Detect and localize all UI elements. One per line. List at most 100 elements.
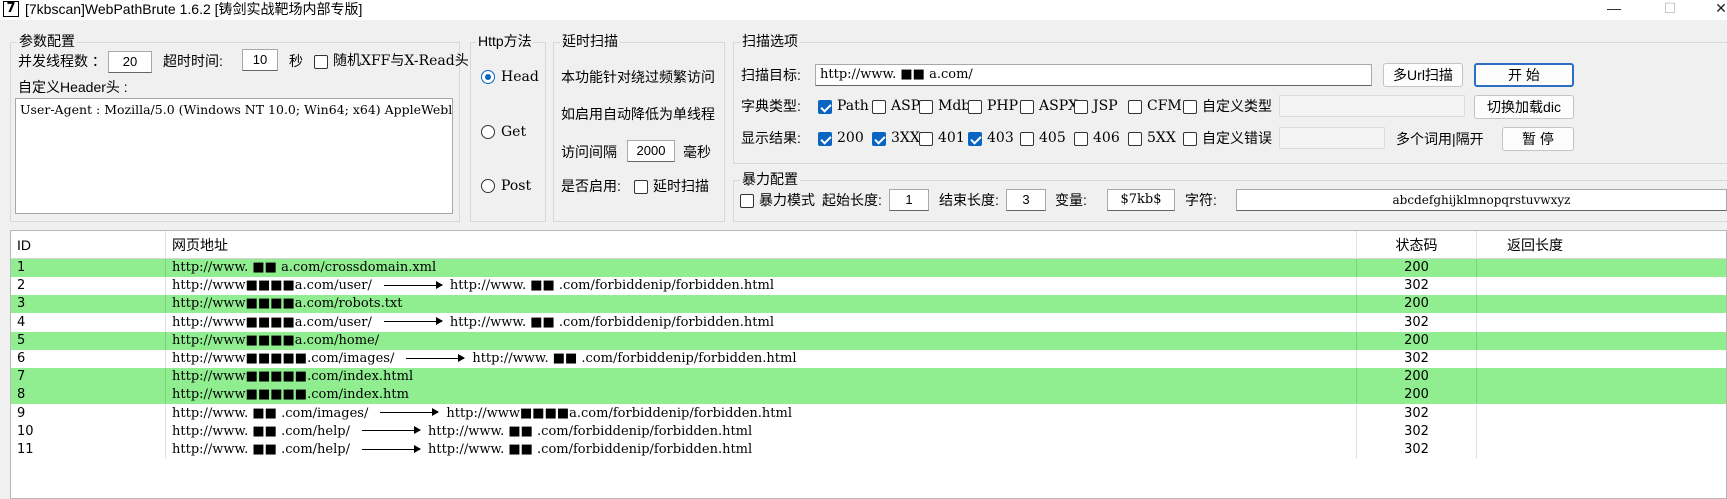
row-redirect-url: http://www■■■■a.com/forbiddenip/forbidde…	[446, 405, 792, 421]
show-3xx-checkbox[interactable]	[872, 132, 886, 146]
column-header-id[interactable]: ID	[11, 231, 166, 259]
dict-php-label: PHP	[987, 98, 1019, 114]
row-id: 6	[11, 350, 166, 368]
custom-dict-input[interactable]	[1279, 95, 1465, 117]
threads-input[interactable]: 20	[108, 51, 152, 73]
show-403-label: 403	[987, 130, 1014, 146]
table-row[interactable]: 2 http://www■■■■a.com/user/http://www. ■■…	[11, 277, 1726, 296]
dict-php-checkbox[interactable]	[968, 100, 982, 114]
table-row[interactable]: 5 http://www■■■■a.com/home/200	[11, 331, 1726, 350]
end-length-input[interactable]: 3	[1006, 189, 1046, 211]
table-row[interactable]: 11 http://www. ■■ .com/help/http://www. ■…	[11, 441, 1726, 459]
dict-jsp-checkbox[interactable]	[1074, 100, 1088, 114]
row-redirect-url: http://www. ■■ .com/forbiddenip/forbidde…	[472, 351, 797, 366]
show-5xx-checkbox[interactable]	[1128, 132, 1142, 146]
start-length-input[interactable]: 1	[889, 189, 929, 211]
row-url: http://www■■■■a.com/robots.txt	[172, 296, 403, 312]
dict-path-label: Path	[837, 98, 869, 114]
column-header-url[interactable]: 网页地址	[166, 231, 1357, 259]
row-length	[1477, 368, 1726, 386]
table-row[interactable]: 4 http://www■■■■a.com/user/http://www. ■■…	[11, 313, 1726, 332]
target-label: 扫描目标:	[741, 67, 801, 83]
delay-group-title: 延时扫描	[560, 33, 620, 49]
show-200-checkbox[interactable]	[818, 132, 832, 146]
table-row[interactable]: 9 http://www. ■■ .com/images/http://www■■…	[11, 404, 1726, 423]
row-id: 5	[11, 331, 166, 350]
multi-url-scan-button[interactable]: 多Url扫描	[1383, 63, 1463, 87]
redirect-arrow-icon	[361, 423, 421, 435]
row-url-cell: http://www. ■■ .com/help/http://www. ■■ …	[166, 441, 1357, 459]
show-405-checkbox[interactable]	[1020, 132, 1034, 146]
table-row[interactable]: 10 http://www. ■■ .com/help/http://www. ■…	[11, 422, 1726, 441]
row-id: 4	[11, 313, 166, 332]
show-406-label: 406	[1093, 130, 1120, 146]
header-textarea[interactable]: User-Agent : Mozilla/5.0 (Windows NT 10.…	[15, 98, 453, 214]
row-length	[1477, 423, 1726, 441]
params-group-title: 参数配置	[17, 33, 77, 49]
row-status-code: 200	[1357, 259, 1477, 277]
row-url: http://www■■■■a.com/user/	[172, 278, 372, 294]
brute-mode-checkbox[interactable]	[740, 194, 754, 208]
interval-input[interactable]: 2000	[627, 140, 675, 162]
show-custom-error-checkbox[interactable]	[1183, 132, 1197, 146]
show-3xx-label: 3XX	[891, 130, 920, 146]
row-length	[1477, 405, 1726, 423]
show-406-checkbox[interactable]	[1074, 132, 1088, 146]
row-redirect-url: http://www. ■■ .com/forbiddenip/forbidde…	[449, 278, 775, 294]
minimize-icon[interactable]: —	[1604, 0, 1624, 18]
row-url-cell: http://www■■■■a.com/robots.txt	[166, 295, 1357, 314]
brute-force-title: 暴力配置	[740, 171, 800, 187]
table-row[interactable]: 3 http://www■■■■a.com/robots.txt 200	[11, 295, 1726, 314]
maximize-icon[interactable]: ☐	[1660, 0, 1680, 18]
dict-cfm-label: CFM	[1147, 98, 1182, 114]
row-url: http://www■■■■a.com/user/	[172, 314, 372, 330]
row-id: 2	[11, 277, 166, 296]
results-table[interactable]: ID 网页地址 状态码 返回长度 1 http://www. ■■ a.com/c…	[10, 230, 1727, 499]
target-input[interactable]: http://www. ■■ a.com/	[815, 64, 1372, 86]
close-icon[interactable]: ✕	[1711, 0, 1727, 18]
custom-error-input[interactable]	[1279, 127, 1385, 149]
column-header-length[interactable]: 返回长度	[1477, 231, 1726, 259]
dict-asp-checkbox[interactable]	[872, 100, 886, 114]
redirect-arrow-icon	[406, 351, 466, 362]
xff-checkbox[interactable]	[314, 55, 328, 69]
dict-cfm-checkbox[interactable]	[1128, 100, 1142, 114]
row-id: 7	[11, 368, 166, 387]
table-row[interactable]: 8 http://www■■■■■.com/index.htm 200	[11, 386, 1726, 405]
show-403-checkbox[interactable]	[968, 132, 982, 146]
dict-jsp-label: JSP	[1093, 98, 1118, 114]
delay-enable-checkbox[interactable]	[634, 180, 648, 194]
dict-custom-checkbox[interactable]	[1183, 100, 1197, 114]
pause-button[interactable]: 暂 停	[1502, 127, 1574, 151]
app-icon: 7	[3, 1, 19, 17]
row-status-code: 200	[1357, 331, 1477, 350]
show-405-label: 405	[1039, 130, 1066, 146]
row-id: 1	[11, 259, 166, 277]
row-id: 11	[11, 441, 166, 459]
row-url-cell: http://www■■■■a.com/home/	[166, 331, 1357, 350]
switch-dict-button[interactable]: 切换加载dic	[1474, 95, 1574, 119]
table-row[interactable]: 6 http://www■■■■■.com/images/http://www. …	[11, 350, 1726, 368]
chars-input[interactable]: abcdefghijklmnopqrstuvwxyz	[1236, 189, 1727, 211]
dict-mdb-checkbox[interactable]	[919, 100, 933, 114]
timeout-input[interactable]: 10	[242, 49, 278, 71]
row-url-cell: http://www. ■■ .com/help/http://www. ■■ …	[166, 422, 1357, 441]
start-button[interactable]: 开 始	[1474, 63, 1574, 87]
table-row[interactable]: 1 http://www. ■■ a.com/crossdomain.xml 200	[11, 259, 1726, 277]
show-401-checkbox[interactable]	[919, 132, 933, 146]
dict-aspx-checkbox[interactable]	[1020, 100, 1034, 114]
row-status-code: 200	[1357, 368, 1477, 387]
dict-asp-label: ASP	[891, 98, 921, 114]
column-header-status[interactable]: 状态码	[1357, 231, 1477, 259]
radio-post[interactable]	[481, 179, 495, 193]
table-row[interactable]: 7 http://www■■■■■.com/index.html 200	[11, 368, 1726, 387]
show-200-label: 200	[837, 130, 864, 146]
row-length	[1477, 350, 1726, 368]
variable-input[interactable]: $7kb$	[1107, 189, 1175, 211]
radio-get[interactable]	[481, 125, 495, 139]
dict-path-checkbox[interactable]	[818, 100, 832, 114]
radio-head[interactable]	[481, 70, 495, 84]
row-length	[1477, 295, 1726, 313]
row-status-code: 302	[1357, 277, 1477, 296]
title-bar: 7 [7kbscan]WebPathBrute 1.6.2 [铸剑实战靶场内部专…	[0, 0, 1727, 20]
